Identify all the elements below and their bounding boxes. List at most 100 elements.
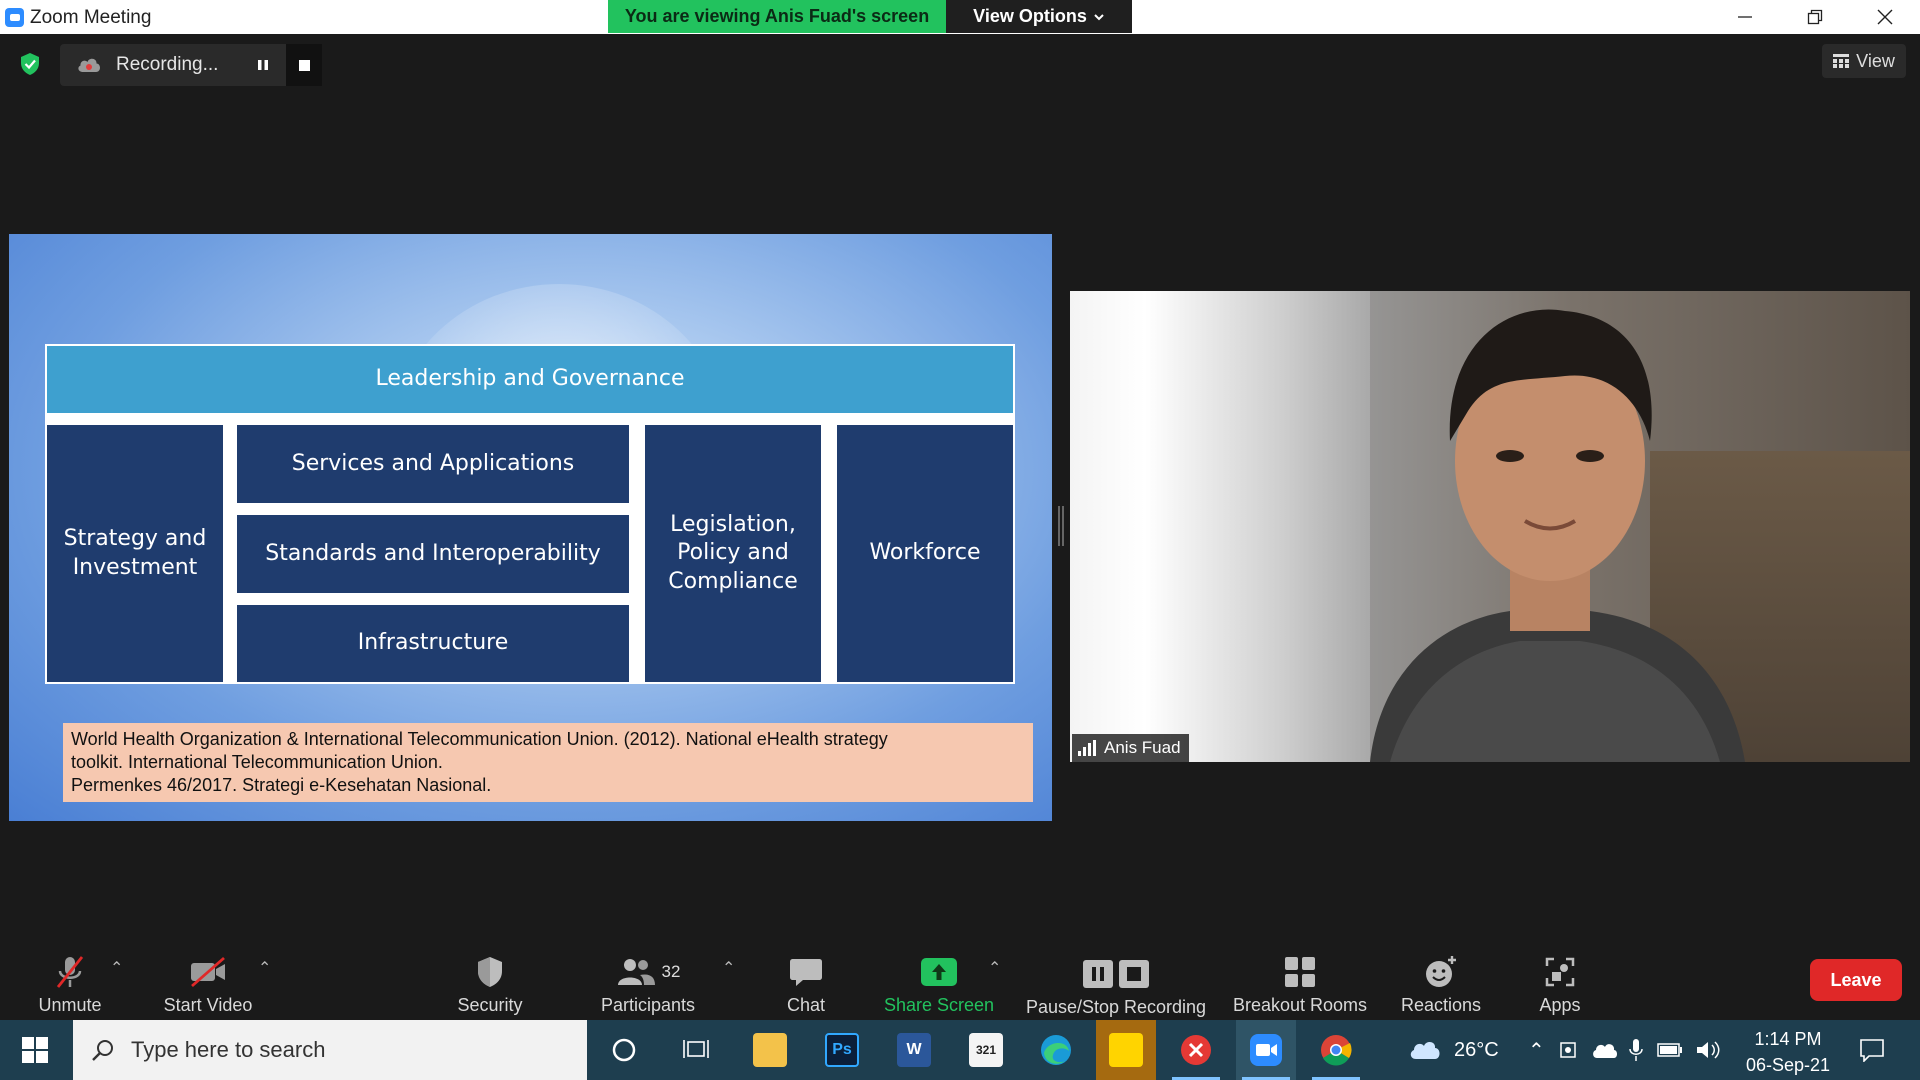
zoom-camera-icon [1250,1034,1282,1066]
minimize-button[interactable] [1710,0,1780,34]
shared-screen[interactable]: Leadership and Governance Strategy and I… [9,234,1052,821]
meet-now-icon[interactable] [1559,1039,1577,1061]
video-off-icon [186,952,230,992]
signal-strength-icon [1078,740,1096,756]
cloud-weather-icon [1410,1042,1440,1059]
file-explorer-taskbar-button[interactable] [740,1020,800,1080]
sticky-notes-taskbar-button[interactable] [1096,1020,1156,1080]
microphone-tray-icon[interactable] [1629,1038,1643,1062]
cortana-button[interactable] [594,1020,654,1080]
apps-button[interactable]: Apps [1530,946,1590,1020]
chat-button[interactable]: Chat [780,946,832,1020]
chrome-taskbar-button[interactable] [1306,1020,1366,1080]
participants-label: Participants [600,995,696,1015]
edge-taskbar-button[interactable] [1026,1020,1086,1080]
chrome-browser-icon [1321,1035,1352,1066]
recording-status: Recording... [116,54,219,75]
close-icon [1877,9,1893,25]
participant-name-tag: Anis Fuad [1072,734,1189,762]
breakout-rooms-button[interactable]: Breakout Rooms [1230,946,1370,1020]
photoshop-icon: Ps [825,1033,859,1067]
unmute-label: Unmute [38,995,102,1015]
speaker-volume-icon[interactable] [1695,1039,1721,1061]
temperature: 26°C [1454,1038,1499,1061]
video-background-wall [1070,291,1370,762]
split-view-drag-handle[interactable] [1058,506,1064,546]
taskbar-search-input[interactable]: Type here to search [73,1020,587,1080]
weather-widget[interactable]: 26°C [1408,1020,1499,1080]
pause-recording-button[interactable] [244,44,282,86]
pause-stop-recording-button[interactable]: Pause/Stop Recording [1022,946,1210,1020]
cortana-circle-icon [612,1038,636,1062]
show-hidden-icons-chevron-icon[interactable]: ⌃ [1528,1038,1545,1063]
ehealth-framework-diagram: Leadership and Governance Strategy and I… [45,344,1015,684]
breakout-rooms-icon [1278,952,1322,992]
view-options-label: View Options [973,6,1087,26]
reactions-button[interactable]: Reactions [1400,946,1482,1020]
box-legislation-policy: Legislation, Policy and Compliance [645,425,821,682]
taskbar-clock[interactable]: 1:14 PM 06-Sep-21 [1738,1026,1838,1078]
start-button[interactable] [0,1020,70,1080]
restore-button[interactable] [1780,0,1850,34]
word-taskbar-button[interactable]: W [884,1020,944,1080]
title-bar: Zoom Meeting You are viewing Anis Fuad's… [0,0,1920,34]
audio-options-chevron-icon[interactable]: ⌃ [110,958,123,978]
unmute-button[interactable]: Unmute [28,946,112,1020]
speaker-video[interactable]: Anis Fuad [1070,291,1910,762]
window-title: Zoom Meeting [30,7,152,28]
share-screen-button[interactable]: Share Screen [880,946,998,1020]
close-app-taskbar-button[interactable] [1166,1020,1226,1080]
close-button[interactable] [1850,0,1920,34]
sticky-notes-icon [1109,1033,1143,1067]
calendar-icon: 321 [969,1033,1003,1067]
breakout-rooms-label: Breakout Rooms [1232,995,1368,1015]
system-tray: ⌃ [1528,1020,1721,1080]
photoshop-taskbar-button[interactable]: Ps [812,1020,872,1080]
zoom-taskbar-button[interactable] [1236,1020,1296,1080]
slide-citation: World Health Organization & Internationa… [63,723,1033,802]
leave-button[interactable]: Leave [1810,959,1902,1001]
notifications-button[interactable] [1842,1020,1902,1080]
clock-time: 1:14 PM [1754,1029,1822,1049]
share-screen-label: Share Screen [883,995,995,1015]
box-leadership-governance: Leadership and Governance [47,346,1013,413]
search-placeholder: Type here to search [131,1037,326,1062]
stop-recording-button[interactable] [286,44,322,86]
chat-bubble-icon [784,952,828,992]
edge-browser-icon [1041,1035,1071,1065]
pause-stop-recording-icon [1076,954,1156,994]
viewing-banner: You are viewing Anis Fuad's screen [608,0,946,33]
windows-logo-icon [22,1037,48,1063]
onedrive-cloud-icon[interactable] [1591,1040,1617,1060]
box-standards-interoperability: Standards and Interoperability [237,515,629,593]
start-video-button[interactable]: Start Video [158,946,258,1020]
battery-icon[interactable] [1657,1043,1683,1057]
reactions-label: Reactions [1400,995,1482,1015]
view-options-button[interactable]: View Options [946,0,1132,33]
citation-line: World Health Organization & Internationa… [71,729,888,749]
grid-view-icon [1833,54,1850,68]
video-options-chevron-icon[interactable]: ⌃ [258,958,271,978]
task-view-button[interactable] [666,1020,726,1080]
calendar-app-taskbar-button[interactable]: 321 [956,1020,1016,1080]
citation-line: Permenkes 46/2017. Strategi e-Kesehatan … [71,775,492,795]
meeting-toolbar: Unmute ⌃ Start Video ⌃ Security 32 Parti… [0,946,1920,1020]
windows-taskbar: Type here to search Ps W 321 26°C ⌃ 1:14… [0,1020,1920,1080]
security-shield-icon [468,952,512,992]
box-strategy-investment: Strategy and Investment [47,425,223,682]
share-options-chevron-icon[interactable]: ⌃ [988,958,1001,978]
pause-stop-label: Pause/Stop Recording [1025,997,1207,1017]
participant-video-feed [1370,309,1745,762]
share-screen-icon [917,952,961,992]
security-button[interactable]: Security [450,946,530,1020]
view-layout-button[interactable]: View [1822,44,1906,78]
participants-options-chevron-icon[interactable]: ⌃ [722,958,735,978]
box-workforce: Workforce [837,425,1013,682]
participants-count: 32 [661,962,681,981]
chat-label: Chat [786,995,826,1015]
word-icon: W [897,1033,931,1067]
participants-button[interactable]: 32 Participants [592,946,704,1020]
zoom-app-icon [5,8,24,27]
encryption-shield-icon[interactable] [14,48,46,80]
participants-icon: 32 [608,952,688,992]
